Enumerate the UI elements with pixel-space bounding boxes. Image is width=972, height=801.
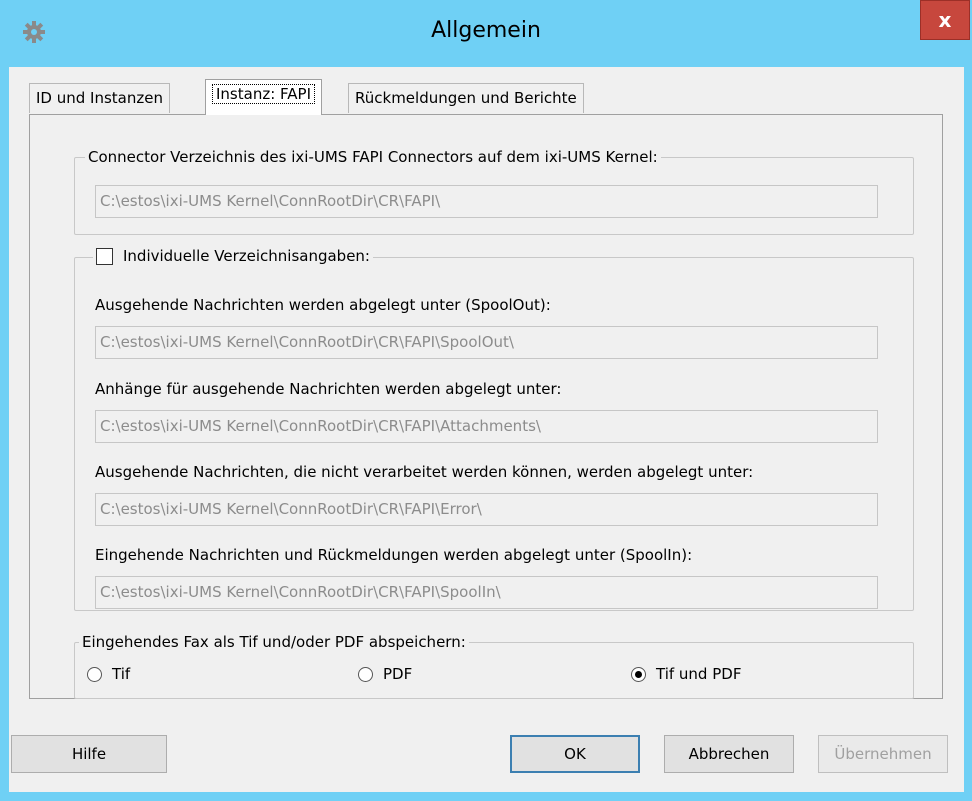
tab-label: ID und Instanzen: [36, 89, 163, 107]
spoolin-label: Eingehende Nachrichten und Rückmeldungen…: [95, 546, 693, 564]
title-bar[interactable]: Allgemein x: [0, 0, 972, 67]
connector-group: Connector Verzeichnis des ixi-UMS FAPI C…: [74, 148, 914, 235]
tab-id-und-instanzen[interactable]: ID und Instanzen: [29, 83, 170, 113]
radio-tif-label[interactable]: Tif: [112, 665, 130, 683]
radio-pdf[interactable]: PDF: [358, 665, 412, 683]
spoolout-field[interactable]: C:\estos\ixi-UMS Kernel\ConnRootDir\CR\F…: [95, 326, 878, 359]
radio-pdf-label[interactable]: PDF: [383, 665, 412, 683]
ok-button-label: OK: [564, 745, 586, 763]
spoolout-label: Ausgehende Nachrichten werden abgelegt u…: [95, 296, 551, 314]
close-button[interactable]: x: [920, 0, 970, 40]
apply-button-label: Übernehmen: [834, 745, 932, 763]
connector-legend: Connector Verzeichnis des ixi-UMS FAPI C…: [85, 148, 661, 166]
error-label: Ausgehende Nachrichten, die nicht verarb…: [95, 463, 754, 481]
dialog-client: ID und Instanzen Instanz: FAPI Rückmeldu…: [9, 67, 964, 792]
tab-rueckmeldungen-und-berichte[interactable]: Rückmeldungen und Berichte: [348, 83, 584, 113]
radio-selected-dot: [635, 670, 642, 678]
attachments-label: Anhänge für ausgehende Nachrichten werde…: [95, 380, 562, 398]
radio-tif-und-pdf-label[interactable]: Tif und PDF: [656, 665, 741, 683]
fax-format-group: Eingehendes Fax als Tif und/oder PDF abs…: [74, 633, 914, 699]
help-button[interactable]: Hilfe: [11, 735, 167, 773]
window-title: Allgemein: [431, 18, 541, 43]
error-field[interactable]: C:\estos\ixi-UMS Kernel\ConnRootDir\CR\F…: [95, 493, 878, 526]
cancel-button-label: Abbrechen: [688, 745, 770, 763]
attachments-field[interactable]: C:\estos\ixi-UMS Kernel\ConnRootDir\CR\F…: [95, 410, 878, 443]
radio-button[interactable]: [358, 666, 373, 682]
individual-legend: Individuelle Verzeichnisangaben:: [93, 247, 373, 265]
close-icon: x: [938, 8, 952, 32]
individual-directories-group: Individuelle Verzeichnisangaben: Ausgehe…: [74, 247, 914, 611]
apply-button[interactable]: Übernehmen: [818, 735, 948, 773]
cancel-button[interactable]: Abbrechen: [664, 735, 794, 773]
individual-checkbox[interactable]: [96, 247, 113, 265]
radio-button[interactable]: [87, 666, 102, 682]
radio-tif-und-pdf[interactable]: Tif und PDF: [631, 665, 741, 683]
tab-label: Rückmeldungen und Berichte: [355, 89, 577, 107]
radio-button-selected[interactable]: [631, 666, 646, 682]
radio-tif[interactable]: Tif: [87, 665, 130, 683]
connector-path-field[interactable]: C:\estos\ixi-UMS Kernel\ConnRootDir\CR\F…: [95, 185, 878, 218]
fax-legend: Eingehendes Fax als Tif und/oder PDF abs…: [79, 633, 469, 651]
tab-instanz-fapi[interactable]: Instanz: FAPI: [205, 79, 323, 115]
individual-checkbox-label[interactable]: Individuelle Verzeichnisangaben:: [123, 247, 370, 265]
tab-panel: Connector Verzeichnis des ixi-UMS FAPI C…: [29, 114, 943, 699]
help-button-label: Hilfe: [71, 745, 107, 763]
spoolin-field[interactable]: C:\estos\ixi-UMS Kernel\ConnRootDir\CR\F…: [95, 576, 878, 609]
tab-label: Instanz: FAPI: [212, 84, 316, 104]
dialog-window: Allgemein x ID und Instanzen Instanz: FA…: [0, 0, 972, 801]
ok-button[interactable]: OK: [510, 735, 640, 773]
